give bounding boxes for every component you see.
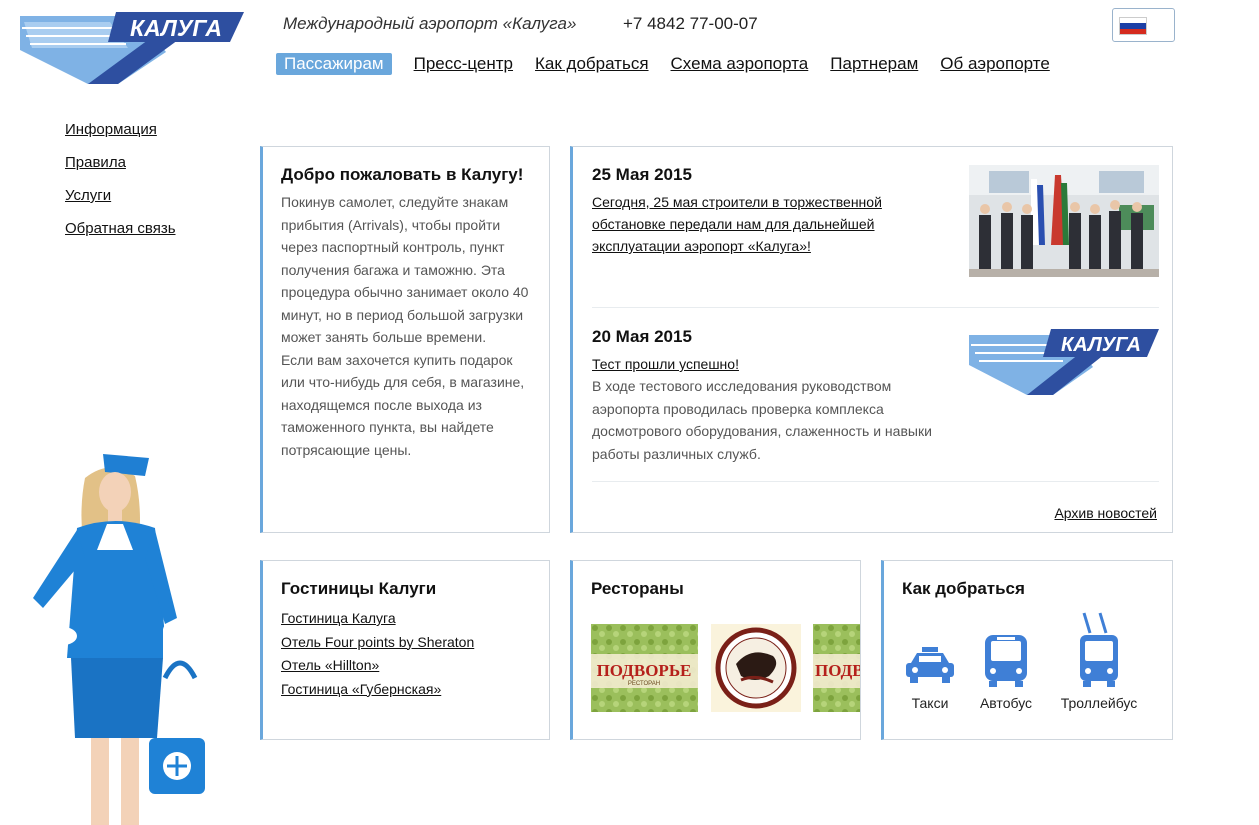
side-item-feedback[interactable]: Обратная связь [65,220,176,237]
news-link[interactable]: Сегодня, 25 мая строители в торжественно… [592,191,922,257]
news-panel: 25 Мая 2015 Сегодня, 25 мая строители в … [570,146,1173,533]
hotel-link[interactable]: Гостиница «Губернская» [281,678,533,702]
transport-trolleybus[interactable]: Троллейбус [1054,611,1144,711]
russian-flag-icon [1119,17,1147,35]
news-divider [592,481,1159,482]
bus-icon [985,635,1027,687]
kaluga-logo-thumbnail[interactable]: КАЛУГА [969,327,1159,397]
welcome-title: Добро пожаловать в Калугу! [281,165,524,184]
kaluga-logo[interactable]: КАЛУГА [18,8,246,86]
transport-title: Как добраться [902,579,1025,598]
nav-about[interactable]: Об аэропорте [940,54,1050,74]
side-item-services[interactable]: Услуги [65,187,176,204]
hotel-link[interactable]: Отель Four points by Sheraton [281,631,533,655]
nav-passengers[interactable]: Пассажирам [276,53,392,75]
hotel-link[interactable]: Отель «Hillton» [281,654,533,678]
transport-panel: Как добраться Такси Автобус Троллейбус [881,560,1173,740]
news-link[interactable]: Тест прошли успешно! [592,353,922,375]
news-divider [592,307,1159,308]
main-navigation: Пассажирам Пресс-центр Как добраться Схе… [276,52,1072,76]
hotels-panel: Гостиницы Калуги Гостиница Калуга Отель … [260,560,550,740]
transport-taxi[interactable]: Такси [902,611,958,711]
nav-airport-map[interactable]: Схема аэропорта [671,54,809,74]
restaurant-podvorie-thumbnail-cropped[interactable]: ПОДВ [813,624,861,712]
nav-how-to-get[interactable]: Как добраться [535,54,649,74]
transport-bus[interactable]: Автобус [973,611,1039,711]
airport-title: Международный аэропорт «Калуга» [283,14,577,33]
transport-label: Такси [911,695,949,711]
restaurants-panel: Рестораны ПОДВОРЬЕ РЕСТОРАН ПОДВ [570,560,861,740]
taxi-icon [906,647,954,683]
podvorie-subtitle: РЕСТОРАН [628,681,660,687]
hotel-link[interactable]: Гостиница Калуга [281,607,533,631]
news-ceremony-photo[interactable] [969,165,1159,277]
restaurants-title: Рестораны [591,579,684,598]
restaurant-podvorie-thumbnail[interactable]: ПОДВОРЬЕ РЕСТОРАН [591,624,698,712]
nav-partners[interactable]: Партнерам [830,54,918,74]
trolleybus-icon [1080,612,1118,687]
side-menu: Информация Правила Услуги Обратная связь [65,121,176,253]
side-item-information[interactable]: Информация [65,121,176,138]
news-archive-link[interactable]: Архив новостей [1054,505,1157,521]
news-item: 20 Мая 2015 Тест прошли успешно! В ходе … [592,327,1159,482]
welcome-panel: Добро пожаловать в Калугу! Покинув самол… [260,146,550,533]
language-switcher-button[interactable] [1112,8,1175,42]
restaurant-kremlevo-thumbnail[interactable] [711,624,801,712]
phone-number: +7 4842 77-00-07 [623,14,758,33]
nav-press-center[interactable]: Пресс-центр [414,54,513,74]
logo-text: КАЛУГА [130,15,222,41]
podvorie-cropped-logo-text: ПОДВ [815,661,861,680]
welcome-text: Покинув самолет, следуйте знакам прибыти… [281,194,529,458]
news-description: В ходе тестового исследования руководств… [592,378,932,462]
podvorie-logo-text: ПОДВОРЬЕ [597,661,692,680]
news-item: 25 Мая 2015 Сегодня, 25 мая строители в … [592,165,1159,325]
transport-label: Автобус [979,695,1033,711]
flight-attendant-illustration [33,454,205,825]
side-item-rules[interactable]: Правила [65,154,176,171]
logo-thumbnail-text: КАЛУГА [1061,334,1141,356]
hotels-title: Гостиницы Калуги [281,579,437,598]
transport-label: Троллейбус [1060,695,1138,711]
